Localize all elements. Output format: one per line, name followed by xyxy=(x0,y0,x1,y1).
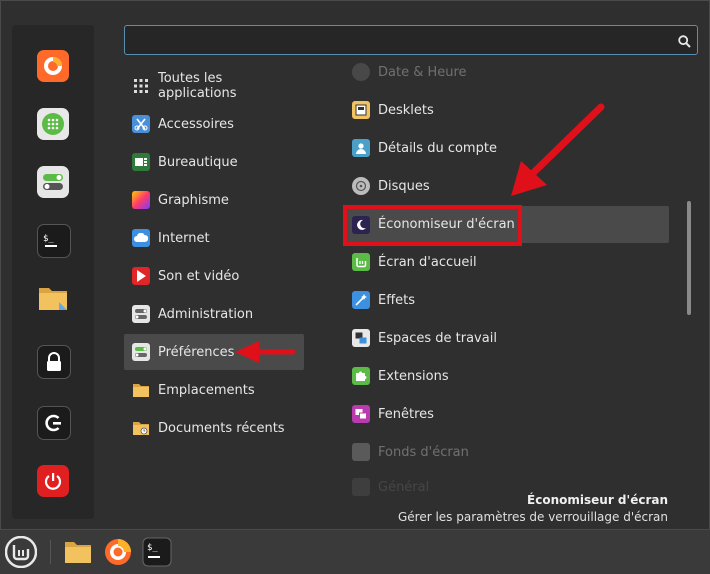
effects-icon xyxy=(352,291,370,309)
app-welcome-screen[interactable]: Écran d'accueil xyxy=(344,244,669,280)
office-icon xyxy=(132,153,150,171)
clock-icon xyxy=(352,63,370,81)
category-label: Documents récents xyxy=(158,420,285,436)
app-label: Extensions xyxy=(378,368,449,384)
app-wallpapers[interactable]: Fonds d'écran xyxy=(344,434,669,470)
app-label: Fenêtres xyxy=(378,406,434,422)
folder-icon[interactable] xyxy=(37,282,69,314)
admin-toggle-icon xyxy=(132,305,150,323)
app-label: Effets xyxy=(378,292,416,308)
desklets-icon xyxy=(352,101,370,119)
lock-icon[interactable] xyxy=(37,345,71,379)
terminal-icon[interactable]: $_ xyxy=(37,224,71,258)
mint-icon xyxy=(352,253,370,271)
svg-text:$_: $_ xyxy=(43,234,54,244)
general-icon xyxy=(352,478,370,496)
logout-icon[interactable] xyxy=(37,406,71,440)
app-label: Écran d'accueil xyxy=(378,254,477,270)
category-label: Emplacements xyxy=(158,382,255,398)
category-label: Graphisme xyxy=(158,192,229,208)
search-box[interactable] xyxy=(124,25,698,55)
category-label: Bureautique xyxy=(158,154,238,170)
cloud-icon xyxy=(132,229,150,247)
app-extensions[interactable]: Extensions xyxy=(344,358,669,394)
app-label: Desklets xyxy=(378,102,434,118)
firefox-icon[interactable] xyxy=(102,536,134,568)
search-icon[interactable] xyxy=(678,33,691,52)
terminal-icon[interactable]: $_ xyxy=(141,536,173,568)
category-label: Administration xyxy=(158,306,254,322)
category-graphics[interactable]: Graphisme xyxy=(124,182,304,218)
graphics-icon xyxy=(132,191,150,209)
settings-toggle-icon[interactable] xyxy=(37,166,69,198)
app-effects[interactable]: Effets xyxy=(344,282,669,318)
mint-menu-icon[interactable] xyxy=(5,536,37,568)
category-label: Accessoires xyxy=(158,116,234,132)
folder-icon xyxy=(132,381,150,399)
disk-icon xyxy=(352,177,370,195)
app-label: Disques xyxy=(378,178,430,194)
category-all-applications[interactable]: Toutes les applications xyxy=(124,68,304,104)
favorites-sidebar: $_ xyxy=(12,25,94,519)
category-office[interactable]: Bureautique xyxy=(124,144,304,180)
category-recent-documents[interactable]: Documents récents xyxy=(124,410,304,446)
arrow-annotation-preferences xyxy=(235,341,296,363)
category-administration[interactable]: Administration xyxy=(124,296,304,332)
app-label: Fonds d'écran xyxy=(378,444,469,460)
category-internet[interactable]: Internet xyxy=(124,220,304,256)
puzzle-icon xyxy=(352,367,370,385)
play-icon xyxy=(132,267,150,285)
svg-text:$_: $_ xyxy=(147,543,158,553)
app-label: Espaces de travail xyxy=(378,330,497,346)
search-input[interactable] xyxy=(131,30,665,52)
app-windows[interactable]: Fenêtres xyxy=(344,396,669,432)
app-description-title: Économiseur d'écran xyxy=(527,493,668,507)
scissors-icon xyxy=(132,115,150,133)
app-date-time[interactable]: Date & Heure xyxy=(344,59,669,85)
category-places[interactable]: Emplacements xyxy=(124,372,304,408)
category-label: Son et vidéo xyxy=(158,268,240,284)
highlight-box xyxy=(343,205,522,246)
power-icon[interactable] xyxy=(37,465,69,497)
app-label: Général xyxy=(378,479,430,495)
category-label: Préférences xyxy=(158,344,235,360)
files-icon[interactable] xyxy=(62,536,94,568)
category-label: Toutes les applications xyxy=(158,71,237,101)
category-accessories[interactable]: Accessoires xyxy=(124,106,304,142)
category-sound-video[interactable]: Son et vidéo xyxy=(124,258,304,294)
app-workspaces[interactable]: Espaces de travail xyxy=(344,320,669,356)
taskbar-panel: $_ xyxy=(0,530,710,574)
app-label: Date & Heure xyxy=(378,64,467,80)
windows-icon xyxy=(352,405,370,423)
recent-folder-icon xyxy=(132,419,150,437)
panel-separator xyxy=(50,540,51,564)
arrow-annotation-screensaver xyxy=(511,103,605,196)
calculator-icon[interactable] xyxy=(37,108,69,140)
workspaces-icon xyxy=(352,329,370,347)
wallpaper-icon xyxy=(352,443,370,461)
application-menu: $_ Toutes les applications Accessoires B… xyxy=(0,0,710,530)
app-label: Détails du compte xyxy=(378,140,497,156)
apps-scrollbar[interactable] xyxy=(687,201,691,315)
account-icon xyxy=(352,139,370,157)
app-description-text: Gérer les paramètres de verrouillage d'é… xyxy=(397,510,668,524)
grid-icon xyxy=(132,77,150,95)
firefox-icon[interactable] xyxy=(37,50,69,82)
category-label: Internet xyxy=(158,230,210,246)
preferences-toggle-icon xyxy=(132,343,150,361)
